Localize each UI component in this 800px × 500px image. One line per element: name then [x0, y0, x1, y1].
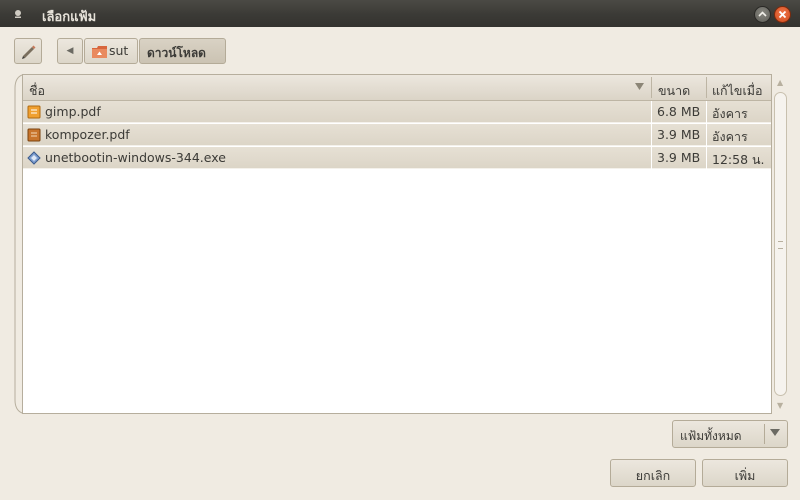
path-crumb-label: ดาวน์โหลด [147, 46, 206, 60]
file-modified: 12:58 น. [712, 152, 765, 167]
file-name: gimp.pdf [45, 104, 101, 119]
list-left-edge [14, 74, 22, 414]
path-crumb-downloads[interactable]: ดาวน์โหลด [139, 38, 226, 64]
file-size: 3.9 MB [657, 127, 701, 142]
executable-file-icon [27, 151, 41, 165]
column-divider[interactable] [651, 77, 652, 98]
path-crumb-home[interactable]: sut [84, 38, 138, 64]
vertical-scrollbar[interactable]: ▲ ▼ [772, 74, 790, 414]
column-divider[interactable] [706, 77, 707, 98]
file-list-header: ชื่อ ขนาด แก้ไขเมื่อ [23, 75, 771, 101]
maximize-button[interactable] [754, 6, 771, 23]
file-name: kompozer.pdf [45, 127, 130, 142]
file-row[interactable]: kompozer.pdf 3.9 MB อังคาร [23, 124, 771, 146]
scroll-down-icon[interactable]: ▼ [777, 401, 783, 410]
sort-descending-icon [635, 83, 644, 90]
add-button[interactable]: เพิ่ม [702, 459, 788, 487]
pdf-file-icon [27, 105, 41, 119]
path-crumb-label: sut [109, 43, 129, 58]
window-title: เลือกแฟ้ม [42, 10, 97, 25]
title-bar: เลือกแฟ้ม [0, 0, 800, 27]
cancel-button-label: ยกเลิก [635, 468, 671, 483]
close-button[interactable] [774, 6, 791, 23]
file-size: 6.8 MB [657, 104, 701, 119]
column-header-name[interactable]: ชื่อ [29, 81, 45, 101]
scrollbar-thumb[interactable] [774, 92, 787, 396]
cancel-button[interactable]: ยกเลิก [610, 459, 696, 487]
file-row[interactable]: unetbootin-windows-344.exe 3.9 MB 12:58 … [23, 147, 771, 169]
column-header-modified[interactable]: แก้ไขเมื่อ [712, 81, 762, 101]
file-name: unetbootin-windows-344.exe [45, 150, 226, 165]
type-location-button[interactable] [14, 38, 42, 64]
file-list-frame: ชื่อ ขนาด แก้ไขเมื่อ gimp.pdf 6.8 MB อัง [14, 74, 790, 414]
file-size: 3.9 MB [657, 150, 701, 165]
filter-selected-value: แฟ้มทั้งหมด [680, 429, 742, 443]
path-back-button[interactable]: ◀ [57, 38, 83, 64]
file-modified: อังคาร [712, 106, 748, 121]
chevron-up-icon [758, 11, 767, 17]
window-menu-icon[interactable] [12, 8, 24, 20]
file-list[interactable]: ชื่อ ขนาด แก้ไขเมื่อ gimp.pdf 6.8 MB อัง [22, 74, 772, 414]
chevron-left-icon: ◀ [66, 46, 74, 56]
scroll-up-icon[interactable]: ▲ [777, 78, 783, 87]
file-type-filter[interactable]: แฟ้มทั้งหมด [672, 420, 788, 448]
add-button-label: เพิ่ม [734, 468, 756, 483]
pdf-file-icon [27, 128, 41, 142]
file-row[interactable]: gimp.pdf 6.8 MB อังคาร [23, 101, 771, 123]
file-modified: อังคาร [712, 129, 748, 144]
chevron-down-icon [770, 429, 780, 436]
home-folder-icon [92, 46, 107, 58]
file-chooser-dialog: เลือกแฟ้ม ◀ sut ดาวน์โหลด ชื่อ ขนาด แก้ไ… [0, 0, 800, 500]
scrollbar-grip [778, 241, 783, 249]
close-icon [778, 10, 787, 19]
pencil-icon [22, 45, 36, 59]
column-header-size[interactable]: ขนาด [658, 81, 690, 101]
